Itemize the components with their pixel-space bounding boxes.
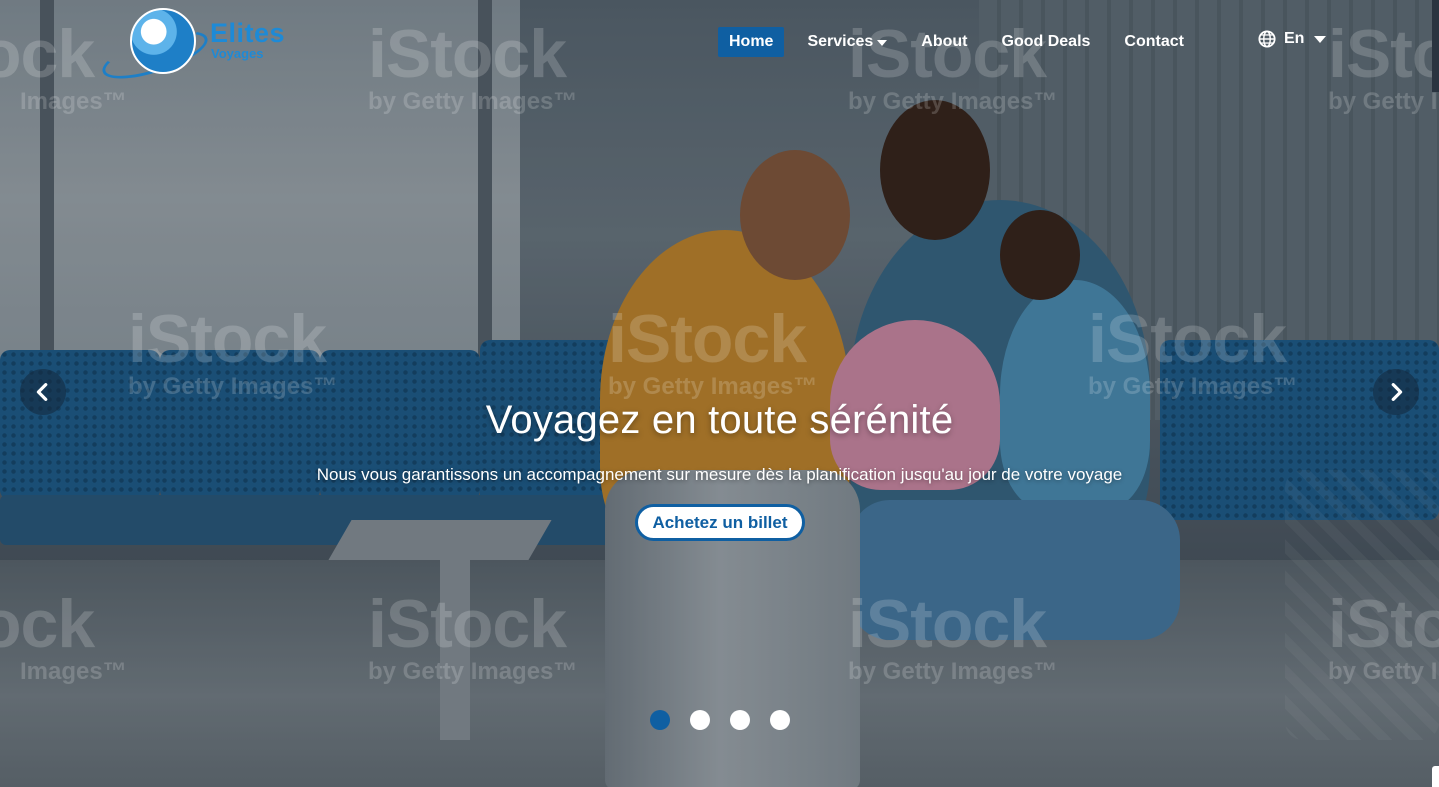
brand-name: Elites (210, 18, 286, 48)
watermark: iStockby Getty Images™ (608, 301, 818, 400)
scrollbar[interactable] (1432, 0, 1439, 92)
globe-logo-icon (130, 8, 196, 74)
nav-services[interactable]: Services (796, 27, 898, 57)
carousel-dot-2[interactable] (690, 710, 710, 730)
hero-title: Voyagez en toute sérénité (485, 398, 954, 442)
main-nav: Home Services About Good Deals Contact (718, 26, 1207, 58)
watermark: ockImages™ (0, 586, 127, 685)
language-label: En (1284, 30, 1305, 47)
watermark: iStockby Getty Images™ (368, 586, 578, 685)
carousel-dot-1[interactable] (650, 710, 670, 730)
carousel-dot-3[interactable] (730, 710, 750, 730)
brand-logo[interactable]: Elites Voyages (97, 8, 290, 89)
nav-about[interactable]: About (910, 27, 978, 57)
nav-home[interactable]: Home (718, 27, 785, 57)
hero-caption: Voyagez en toute sérénité Nous vous gara… (0, 398, 1439, 485)
site-header: Elites Voyages Home Services About Good … (0, 0, 1439, 89)
watermark: iStockby Getty Images™ (1088, 301, 1298, 400)
brand-tagline: Voyages (211, 46, 264, 61)
caret-down-icon (1314, 36, 1327, 43)
corner-widget (1432, 766, 1439, 787)
caret-down-icon (877, 39, 888, 46)
buy-ticket-button[interactable]: Achetez un billet (635, 504, 805, 541)
globe-icon (1258, 30, 1276, 48)
language-selector[interactable]: En (1258, 30, 1327, 48)
watermark: iStockby Getty Images™ (128, 301, 338, 400)
carousel-indicators (650, 710, 810, 730)
nav-good-deals[interactable]: Good Deals (991, 27, 1102, 57)
nav-contact[interactable]: Contact (1113, 27, 1195, 57)
watermark: iStockby Getty Images™ (1328, 586, 1439, 685)
hero-subtitle: Nous vous garantissons un accompagnement… (316, 465, 1123, 484)
watermark: iStockby Getty Images™ (848, 586, 1058, 685)
hero-background: ockImages™ iStockby Getty Images™ iStock… (0, 0, 1439, 787)
carousel-dot-4[interactable] (770, 710, 790, 730)
